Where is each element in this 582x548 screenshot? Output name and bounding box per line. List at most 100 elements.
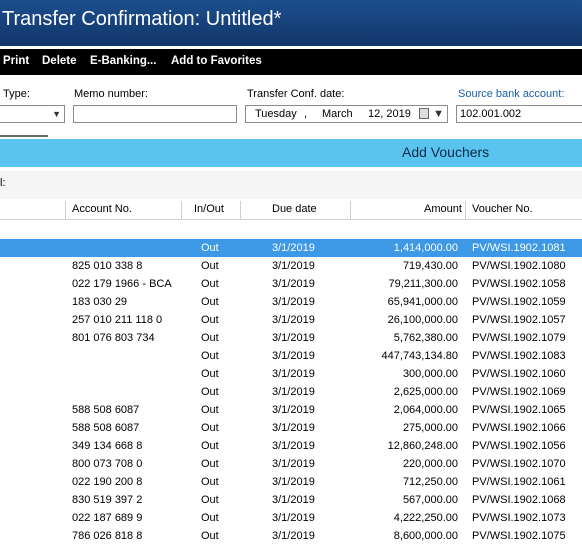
cell-amount: 12,860,248.00	[387, 440, 458, 452]
cell-account-no: 825 010 338 8	[72, 260, 143, 272]
source-bank-account-label[interactable]: Source bank account:	[458, 88, 564, 100]
cell-voucher-no: PV/WSI.1902.1058	[472, 278, 566, 290]
transfer-date-picker[interactable]: Tuesday , March 12, 2019 ▼	[245, 105, 448, 123]
window-title: Transfer Confirmation: Untitled*	[2, 8, 282, 30]
column-separator[interactable]	[65, 201, 66, 219]
table-row[interactable]: Out 3/1/2019 1,414,000.00 PV/WSI.1902.1081	[0, 239, 582, 257]
table-row[interactable]: 825 010 338 8 Out 3/1/2019 719,430.00 PV/WSI…	[0, 257, 582, 275]
source-bank-account-input[interactable]: 102.001.002	[456, 105, 582, 123]
column-account-no[interactable]: Account No.	[72, 203, 132, 215]
table-row[interactable]: Out 3/1/2019 447,743,134.80 PV/WSI.1902.108…	[0, 347, 582, 365]
column-voucher-no[interactable]: Voucher No.	[472, 203, 533, 215]
cell-in-out: Out	[201, 476, 219, 488]
header-form: Type: ▼ Memo number: Transfer Conf. date…	[0, 78, 582, 138]
cell-due-date: 3/1/2019	[272, 350, 315, 362]
cell-account-no: 022 187 689 9	[72, 512, 143, 524]
cell-amount: 712,250.00	[402, 476, 458, 488]
cell-in-out: Out	[201, 512, 219, 524]
transfer-date-label: Transfer Conf. date:	[247, 88, 345, 100]
date-separator: ,	[304, 108, 308, 120]
cell-in-out: Out	[201, 458, 219, 470]
cell-due-date: 3/1/2019	[272, 404, 315, 416]
table-row[interactable]: 183 030 29 Out 3/1/2019 65,941,000.00 PV/WSI…	[0, 293, 582, 311]
cell-amount: 2,064,000.00	[393, 404, 458, 416]
cell-in-out: Out	[201, 494, 219, 506]
cell-account-no: 257 010 211 118 0	[72, 314, 163, 326]
cell-amount: 275,000.00	[402, 422, 458, 434]
delete-button[interactable]: Delete	[42, 55, 77, 67]
cell-voucher-no: PV/WSI.1902.1060	[472, 368, 566, 380]
chevron-down-icon: ▼	[52, 109, 61, 119]
table-row[interactable]: Out 3/1/2019 2,625,000.00 PV/WSI.1902.1069	[0, 383, 582, 401]
cell-account-no: 830 519 397 2	[72, 494, 143, 506]
cell-in-out: Out	[201, 368, 219, 380]
add-vouchers-bar: Add Vouchers	[0, 139, 582, 167]
print-button[interactable]: Print	[3, 55, 29, 67]
calendar-icon[interactable]	[419, 108, 429, 119]
table-row[interactable]: 022 179 1966 - BCA Out 3/1/2019 79,211,300.…	[0, 275, 582, 293]
cell-account-no: 800 073 708 0	[72, 458, 143, 470]
cell-due-date: 3/1/2019	[272, 386, 315, 398]
table-row[interactable]: Out 3/1/2019 300,000.00 PV/WSI.1902.1060	[0, 365, 582, 383]
cell-due-date: 3/1/2019	[272, 422, 315, 434]
table-header: Account No. In/Out Due date Amount Vouch…	[0, 201, 582, 220]
cell-voucher-no: PV/WSI.1902.1080	[472, 260, 566, 272]
cell-voucher-no: PV/WSI.1902.1066	[472, 422, 566, 434]
date-weekday: Tuesday	[255, 108, 297, 120]
cell-in-out: Out	[201, 260, 219, 272]
cell-due-date: 3/1/2019	[272, 512, 315, 524]
cell-voucher-no: PV/WSI.1902.1073	[472, 512, 566, 524]
column-separator[interactable]	[240, 201, 241, 219]
cell-amount: 300,000.00	[402, 368, 458, 380]
summary-bar: l:	[0, 171, 582, 199]
column-due-date[interactable]: Due date	[272, 203, 317, 215]
cell-voucher-no: PV/WSI.1902.1081	[472, 242, 566, 254]
column-separator[interactable]	[181, 201, 182, 219]
cell-in-out: Out	[201, 332, 219, 344]
table-row[interactable]: 022 187 689 9 Out 3/1/2019 4,222,250.00 PV/W…	[0, 509, 582, 527]
cell-account-no: 022 179 1966 - BCA	[72, 278, 172, 290]
table-row[interactable]: 801 076 803 734 Out 3/1/2019 5,762,380.00 PV…	[0, 329, 582, 347]
add-vouchers-button[interactable]: Add Vouchers	[402, 144, 489, 160]
cell-due-date: 3/1/2019	[272, 242, 315, 254]
add-to-favorites-button[interactable]: Add to Favorites	[171, 55, 262, 67]
cell-due-date: 3/1/2019	[272, 260, 315, 272]
table-row[interactable]: 800 073 708 0 Out 3/1/2019 220,000.00 PV/WSI…	[0, 455, 582, 473]
cell-amount: 567,000.00	[402, 494, 458, 506]
cell-due-date: 3/1/2019	[272, 368, 315, 380]
cell-amount: 79,211,300.00	[388, 278, 458, 290]
cell-amount: 220,000.00	[402, 458, 458, 470]
column-amount[interactable]: Amount	[424, 203, 462, 215]
table-row[interactable]: 257 010 211 118 0 Out 3/1/2019 26,100,000.0…	[0, 311, 582, 329]
cell-amount: 4,222,250.00	[393, 512, 458, 524]
cell-account-no: 786 026 818 8	[72, 530, 143, 542]
cell-due-date: 3/1/2019	[272, 314, 315, 326]
cell-due-date: 3/1/2019	[272, 332, 315, 344]
memo-number-input[interactable]	[73, 105, 237, 123]
table-row[interactable]: 786 026 818 8 Out 3/1/2019 8,600,000.00 PV/W…	[0, 527, 582, 545]
column-in-out[interactable]: In/Out	[194, 203, 224, 215]
chevron-down-icon[interactable]: ▼	[433, 108, 444, 120]
column-separator[interactable]	[465, 201, 466, 219]
table-row[interactable]: 588 508 6087 Out 3/1/2019 275,000.00 PV/WSI.…	[0, 419, 582, 437]
cell-in-out: Out	[201, 422, 219, 434]
table-row[interactable]: 349 134 668 8 Out 3/1/2019 12,860,248.00 PV/…	[0, 437, 582, 455]
e-banking-button[interactable]: E-Banking...	[90, 55, 156, 67]
summary-label: l:	[0, 177, 6, 189]
toolbar: Print Delete E-Banking... Add to Favorit…	[0, 49, 582, 75]
cell-voucher-no: PV/WSI.1902.1059	[472, 296, 566, 308]
type-select[interactable]: ▼	[0, 105, 65, 123]
table-row[interactable]: 830 519 397 2 Out 3/1/2019 567,000.00 PV/WSI…	[0, 491, 582, 509]
date-month: March	[322, 108, 353, 120]
column-separator[interactable]	[350, 201, 351, 219]
table-row[interactable]: 588 508 6087 Out 3/1/2019 2,064,000.00 PV/WS…	[0, 401, 582, 419]
cell-amount: 719,430.00	[402, 260, 458, 272]
cell-amount: 5,762,380.00	[393, 332, 458, 344]
cell-voucher-no: PV/WSI.1902.1068	[472, 494, 566, 506]
cell-account-no: 183 030 29	[72, 296, 128, 308]
cell-due-date: 3/1/2019	[272, 494, 315, 506]
table-row[interactable]: 022 190 200 8 Out 3/1/2019 712,250.00 PV/WSI…	[0, 473, 582, 491]
cell-amount: 8,600,000.00	[393, 530, 458, 542]
cell-voucher-no: PV/WSI.1902.1065	[472, 404, 566, 416]
cell-in-out: Out	[201, 404, 219, 416]
